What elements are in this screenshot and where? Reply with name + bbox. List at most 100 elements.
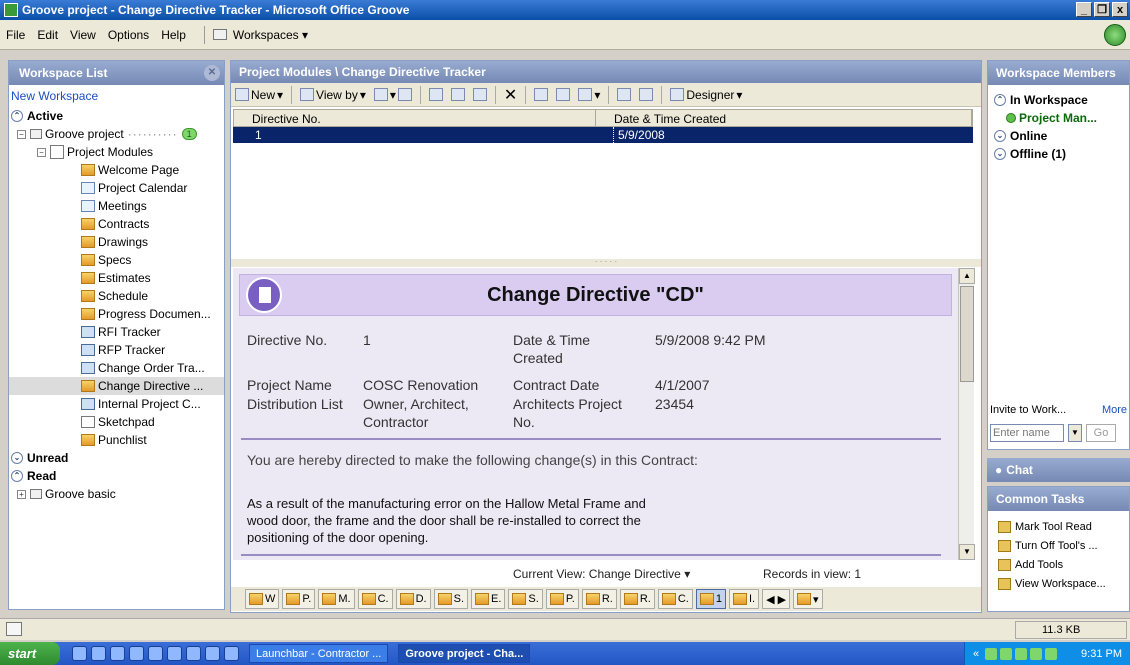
close-button[interactable]: x [1112, 2, 1128, 17]
tab-change-directive[interactable]: 1 [695, 589, 726, 609]
menu-help[interactable]: Help [161, 28, 186, 42]
tree-item-change-directive[interactable]: Change Directive ... [9, 377, 224, 395]
current-view-dropdown[interactable]: Current View: Change Directive ▾ [513, 567, 690, 581]
dropdown-arrow-icon[interactable]: ▼ [1068, 424, 1082, 442]
mark-read-button[interactable] [534, 88, 549, 101]
taskbar-button-launchbar[interactable]: Launchbar - Contractor ... [249, 644, 389, 663]
quicklaunch-icon[interactable] [186, 646, 201, 661]
tree-item-schedule[interactable]: Schedule [9, 287, 224, 305]
designer-button[interactable]: Designer ▾ [670, 88, 742, 102]
tray-icon[interactable] [1000, 647, 1013, 660]
expand-button[interactable] [617, 88, 632, 101]
tree-item-contracts[interactable]: Contracts [9, 215, 224, 233]
tree-item-project-modules[interactable]: − Project Modules [9, 143, 224, 161]
task-view-workspace[interactable]: View Workspace... [988, 574, 1129, 593]
menu-options[interactable]: Options [108, 28, 149, 42]
quicklaunch-icon[interactable] [205, 646, 220, 661]
tree-item-rfi-tracker[interactable]: RFI Tracker [9, 323, 224, 341]
start-button[interactable]: start [0, 642, 60, 665]
tray-icon[interactable] [1030, 647, 1043, 660]
status-icon[interactable] [6, 622, 22, 636]
annotate-button[interactable]: ▾ [578, 88, 600, 102]
tree-item-project-calendar[interactable]: Project Calendar [9, 179, 224, 197]
workspaces-menu[interactable]: Workspaces ▾ [212, 28, 308, 42]
tab-welcome[interactable]: W [245, 589, 280, 609]
quicklaunch-icon[interactable] [167, 646, 182, 661]
menu-view[interactable]: View [70, 28, 96, 42]
task-mark-tool-read[interactable]: Mark Tool Read [988, 517, 1129, 536]
tab-rfi[interactable]: R. [581, 589, 617, 609]
scroll-down-icon[interactable]: ▼ [959, 544, 975, 560]
tab-meetings[interactable]: M. [318, 589, 355, 609]
enter-name-input[interactable]: Enter name [990, 424, 1064, 442]
tree-item-internal-project[interactable]: Internal Project C... [9, 395, 224, 413]
more-link[interactable]: More [1102, 404, 1127, 416]
form-scrollbar[interactable]: ▲ ▼ [958, 268, 975, 560]
tab-drawings[interactable]: D. [395, 589, 431, 609]
tab-progress[interactable]: P. [545, 589, 579, 609]
column-directive-no[interactable]: Directive No. [234, 110, 596, 126]
quicklaunch-icon[interactable] [110, 646, 125, 661]
tree-item-rfp-tracker[interactable]: RFP Tracker [9, 341, 224, 359]
new-workspace-link[interactable]: New Workspace [9, 85, 224, 107]
taskbar-button-groove[interactable]: Groove project - Cha... [398, 644, 531, 663]
tree-item-change-order-tracker[interactable]: Change Order Tra... [9, 359, 224, 377]
find-button[interactable]: ▾ [373, 88, 412, 102]
offline-section[interactable]: ⌄ Offline (1) [988, 145, 1129, 163]
tab-schedule[interactable]: S. [508, 589, 543, 609]
tree-item-sketchpad[interactable]: Sketchpad [9, 413, 224, 431]
in-workspace-section[interactable]: ⌃ In Workspace [988, 91, 1129, 109]
task-turn-off-tools[interactable]: Turn Off Tool's ... [988, 536, 1129, 555]
groove-logo-icon[interactable] [1104, 24, 1126, 46]
tray-icon[interactable] [1045, 647, 1058, 660]
read-section[interactable]: ⌃ Read [9, 467, 224, 485]
tree-item-specs[interactable]: Specs [9, 251, 224, 269]
tree-item-progress-documents[interactable]: Progress Documen... [9, 305, 224, 323]
new-button[interactable]: New ▾ [235, 88, 283, 102]
copy-button[interactable] [450, 88, 465, 101]
online-section[interactable]: ⌄ Online [988, 127, 1129, 145]
quicklaunch-icon[interactable] [129, 646, 144, 661]
paste-button[interactable] [472, 88, 487, 101]
quicklaunch-icon[interactable] [148, 646, 163, 661]
cut-button[interactable] [428, 88, 443, 101]
scroll-thumb[interactable] [960, 286, 974, 382]
member-item[interactable]: Project Man... [988, 109, 1129, 127]
tab-scroll-arrows[interactable]: ◀ ▶ [762, 589, 791, 609]
delete-button[interactable]: ✕ [504, 85, 517, 105]
chat-header[interactable]: ● Chat [987, 458, 1130, 482]
minimize-button[interactable]: _ [1076, 2, 1092, 17]
unread-section[interactable]: ⌄ Unread [9, 449, 224, 467]
tree-item-punchlist[interactable]: Punchlist [9, 431, 224, 449]
tray-icon[interactable] [985, 647, 998, 660]
quicklaunch-icon[interactable] [91, 646, 106, 661]
add-tool-tab[interactable]: ▾ [793, 589, 823, 609]
tab-change-order[interactable]: C. [657, 589, 693, 609]
mark-unread-button[interactable] [556, 88, 571, 101]
tab-internal[interactable]: I. [728, 589, 760, 609]
task-add-tools[interactable]: Add Tools [988, 555, 1129, 574]
tab-contracts[interactable]: C. [357, 589, 393, 609]
quicklaunch-icon[interactable] [72, 646, 87, 661]
tab-rfp[interactable]: R. [619, 589, 655, 609]
column-date-created[interactable]: Date & Time Created [596, 110, 972, 126]
active-section[interactable]: ⌃ Active [9, 107, 224, 125]
menu-edit[interactable]: Edit [37, 28, 58, 42]
collapse-button[interactable] [639, 88, 654, 101]
table-row[interactable]: 1 5/9/2008 [233, 127, 973, 143]
menu-file[interactable]: File [6, 28, 25, 42]
tab-specs[interactable]: S. [433, 589, 469, 609]
view-by-button[interactable]: View by ▾ [300, 88, 366, 102]
scroll-up-icon[interactable]: ▲ [959, 268, 975, 284]
go-button[interactable]: Go [1086, 424, 1116, 442]
maximize-button[interactable]: ❐ [1094, 2, 1110, 17]
tab-estimates[interactable]: E. [471, 589, 506, 609]
tree-item-drawings[interactable]: Drawings [9, 233, 224, 251]
tree-item-welcome-page[interactable]: Welcome Page [9, 161, 224, 179]
tree-item-estimates[interactable]: Estimates [9, 269, 224, 287]
tray-icon[interactable] [1015, 647, 1028, 660]
tray-expand-icon[interactable]: « [973, 648, 979, 660]
close-panel-icon[interactable]: ✕ [204, 65, 220, 81]
tree-item-meetings[interactable]: Meetings [9, 197, 224, 215]
pane-splitter[interactable]: · · · · · [231, 258, 981, 267]
